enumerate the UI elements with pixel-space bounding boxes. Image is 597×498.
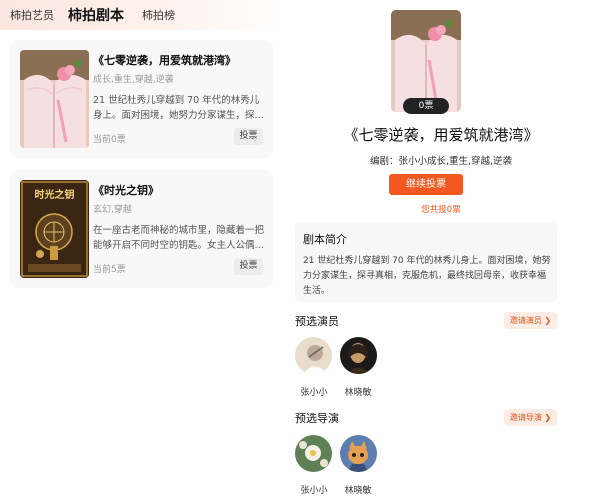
actor-avatar[interactable] [340,337,377,374]
invite-actor-button[interactable]: 邀请演员 ❯ [504,312,557,329]
detail-title: 《七零逆袭，用爱筑就港湾》 [343,126,539,144]
tab-scripts[interactable]: 柿拍剧本 [68,5,124,25]
actors-heading: 预选演员 [295,315,339,328]
invite-director-button[interactable]: 邀请导演 ❯ [504,409,557,426]
invite-actor-label: 邀请演员 [509,316,542,325]
script-title: 《时光之钥》 [93,184,159,197]
synopsis-heading: 剧本简介 [303,233,347,246]
director-avatar[interactable] [340,435,377,472]
script-card[interactable]: 时光之钥 《时光之钥》 玄幻,穿越 在一座古老而神秘的城市里，隐藏着一把能够开启… [10,170,273,288]
vote-button[interactable]: 投票 [234,258,263,275]
synopsis-text: 21 世纪杜秀儿穿越到 70 年代的林秀儿身上。面对困境，她努力分家谋生，探寻真… [303,256,551,296]
user-vote-total: 您共投0票 [421,205,461,215]
cover-title-text: 时光之钥 [34,190,75,201]
chevron-right-icon: ❯ [544,316,552,325]
actor-name: 张小小 [300,388,328,398]
script-cover-image: 时光之钥 [20,180,89,278]
director-name: 林晓敏 [344,486,372,496]
tab-ranking[interactable]: 柿拍榜 [142,7,175,23]
script-description: 在一座古老而神秘的城市里，隐藏着一把能够开启不同时空的钥匙。女主人公偶然获得了这… [93,225,265,251]
detail-cover-image [391,10,461,112]
script-detail-pane: 0票 《七零逆袭，用爱筑就港湾》 编剧：张小小成长,重生,穿越,逆袭 继续投票 … [285,0,597,498]
detail-vote-count-badge: 0票 [403,98,449,114]
detail-writer-tags: 编剧：张小小成长,重生,穿越,逆袭 [369,156,513,167]
script-title: 《七零逆袭，用爱筑就港湾》 [93,54,236,67]
script-tags: 成长,重生,穿越,逆袭 [93,75,174,85]
invite-director-label: 邀请导演 [509,413,542,422]
continue-vote-button[interactable]: 继续投票 [389,174,463,195]
vote-count: 当前5票 [93,265,126,275]
script-cover-image [20,50,89,148]
director-name: 张小小 [300,486,328,496]
script-description: 21 世纪杜秀儿穿越到 70 年代的林秀儿身上。面对困境，她努力分家谋生，探寻真… [93,95,265,121]
script-list-pane: 柿拍艺员 柿拍剧本 柿拍榜 《七零逆袭，用爱筑就港湾》 成长,重生,穿越,逆袭 … [0,0,285,498]
vote-count: 当前0票 [93,135,126,145]
script-tags: 玄幻,穿越 [93,205,132,215]
vote-button[interactable]: 投票 [234,128,263,145]
synopsis-box: 剧本简介 21 世纪杜秀儿穿越到 70 年代的林秀儿身上。面对困境，她努力分家谋… [295,222,557,302]
directors-heading: 预选导演 [295,412,339,425]
actor-name: 林晓敏 [344,388,372,398]
top-tab-bar: 柿拍艺员 柿拍剧本 柿拍榜 [0,0,285,30]
tab-artists[interactable]: 柿拍艺员 [10,7,54,23]
script-card[interactable]: 《七零逆袭，用爱筑就港湾》 成长,重生,穿越,逆袭 21 世纪杜秀儿穿越到 70… [10,40,273,158]
director-avatar[interactable] [295,435,332,472]
chevron-right-icon: ❯ [544,413,552,422]
actor-avatar[interactable] [295,337,332,374]
